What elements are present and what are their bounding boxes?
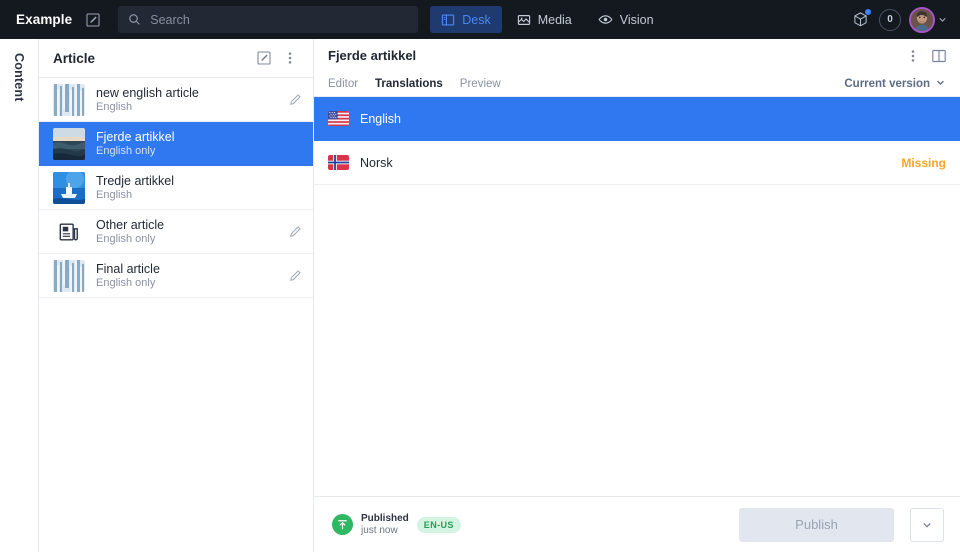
list-item-subtitle: English	[96, 189, 274, 201]
tab-editor[interactable]: Editor	[328, 78, 358, 90]
list-item[interactable]: Other article English only	[39, 210, 313, 254]
translation-language-label: Norsk	[360, 156, 890, 170]
list-item-texts: Tredje artikkel English	[96, 174, 274, 201]
list-item-subtitle: English only	[96, 277, 274, 289]
thumbnail	[53, 172, 85, 204]
tab-preview[interactable]: Preview	[460, 78, 501, 90]
document-list-title: Article	[53, 51, 251, 66]
list-item[interactable]: Final article English only	[39, 254, 313, 298]
list-item-title: Fjerde artikkel	[96, 130, 274, 144]
pencil-icon[interactable]	[285, 93, 305, 106]
publish-status-time: just now	[361, 525, 409, 537]
flag-us-icon	[328, 111, 349, 126]
desk-icon	[441, 13, 455, 27]
search-icon	[128, 13, 141, 26]
document-tabs: Editor Translations Preview Current vers…	[314, 72, 960, 97]
media-icon	[517, 13, 531, 27]
publish-bar: Published just now EN-US Publish	[314, 496, 960, 552]
list-item-texts: new english article English	[96, 86, 274, 113]
nav-tab-desk-label: Desk	[462, 13, 490, 27]
overflow-menu-icon[interactable]	[277, 45, 303, 71]
package-icon[interactable]	[846, 6, 874, 34]
list-item[interactable]: Fjerde artikkel English only	[39, 122, 313, 166]
translation-row-english[interactable]: English	[314, 97, 960, 141]
publish-status-text: Published just now	[361, 513, 409, 537]
publish-status: Published just now EN-US	[332, 513, 461, 537]
translations-list: English Norsk Missing	[314, 97, 960, 496]
document-list-header: Article	[39, 39, 313, 78]
split-pane-icon[interactable]	[926, 43, 952, 69]
translation-language-label: English	[360, 112, 935, 126]
nav-tab-vision-label: Vision	[620, 13, 654, 27]
overflow-menu-icon[interactable]	[900, 43, 926, 69]
flag-no-icon	[328, 155, 349, 170]
list-item-subtitle: English only	[96, 233, 274, 245]
translation-status: Missing	[901, 156, 946, 170]
tab-translations[interactable]: Translations	[375, 78, 443, 90]
publish-options-button[interactable]	[910, 508, 944, 542]
chevron-down-icon	[935, 77, 946, 91]
list-item-texts: Final article English only	[96, 262, 274, 289]
version-selector-label: Current version	[844, 78, 930, 90]
app-root: Example Search	[0, 0, 960, 552]
document-list-pane: Article	[39, 39, 314, 552]
version-selector[interactable]: Current version	[844, 77, 946, 91]
notification-dot	[865, 9, 871, 15]
language-chip: EN-US	[417, 517, 461, 533]
list-item-subtitle: English only	[96, 145, 274, 157]
list-item-title: Other article	[96, 218, 274, 232]
publish-button[interactable]: Publish	[739, 508, 894, 542]
translation-row-norsk[interactable]: Norsk Missing	[314, 141, 960, 185]
vision-eye-icon	[598, 12, 613, 27]
document-header: Fjerde artikkel	[314, 39, 960, 72]
nav-tab-media-label: Media	[538, 13, 572, 27]
page-title: Fjerde artikkel	[328, 48, 900, 63]
thumbnail	[53, 260, 85, 292]
compose-icon[interactable]	[78, 6, 108, 34]
navbar-right-actions: 0	[846, 6, 952, 34]
list-item-title: Final article	[96, 262, 274, 276]
rail-label: Content	[12, 53, 26, 102]
top-navbar: Example Search	[0, 0, 960, 39]
avatar-menu[interactable]	[909, 7, 948, 33]
document-list: new english article English	[39, 78, 313, 552]
list-item-texts: Other article English only	[96, 218, 274, 245]
thumbnail	[53, 84, 85, 116]
search-placeholder: Search	[150, 13, 190, 27]
list-item-subtitle: English	[96, 101, 274, 113]
document-placeholder-icon	[53, 216, 85, 248]
nav-tab-vision[interactable]: Vision	[587, 6, 665, 33]
list-item-title: new english article	[96, 86, 274, 100]
body-row: Content Article	[0, 39, 960, 552]
publish-arrow-icon	[332, 514, 353, 535]
list-item-title: Tredje artikkel	[96, 174, 274, 188]
publish-status-title: Published	[361, 513, 409, 525]
search-input[interactable]: Search	[118, 6, 418, 33]
avatar[interactable]	[909, 7, 935, 33]
compose-icon[interactable]	[251, 45, 277, 71]
nav-tab-media[interactable]: Media	[506, 6, 583, 33]
pencil-icon[interactable]	[285, 269, 305, 282]
list-item-texts: Fjerde artikkel English only	[96, 130, 274, 157]
content-rail[interactable]: Content	[0, 39, 39, 552]
pencil-icon[interactable]	[285, 225, 305, 238]
list-item[interactable]: new english article English	[39, 78, 313, 122]
thumbnail	[53, 128, 85, 160]
document-pane: Fjerde artikkel Editor Translations Prev…	[314, 39, 960, 552]
chevron-down-icon[interactable]	[937, 14, 948, 25]
brand-title[interactable]: Example	[16, 12, 72, 27]
nav-tabs: Desk Media	[430, 6, 664, 33]
counter-badge[interactable]: 0	[879, 9, 901, 31]
list-item[interactable]: Tredje artikkel English	[39, 166, 313, 210]
nav-tab-desk[interactable]: Desk	[430, 6, 501, 33]
